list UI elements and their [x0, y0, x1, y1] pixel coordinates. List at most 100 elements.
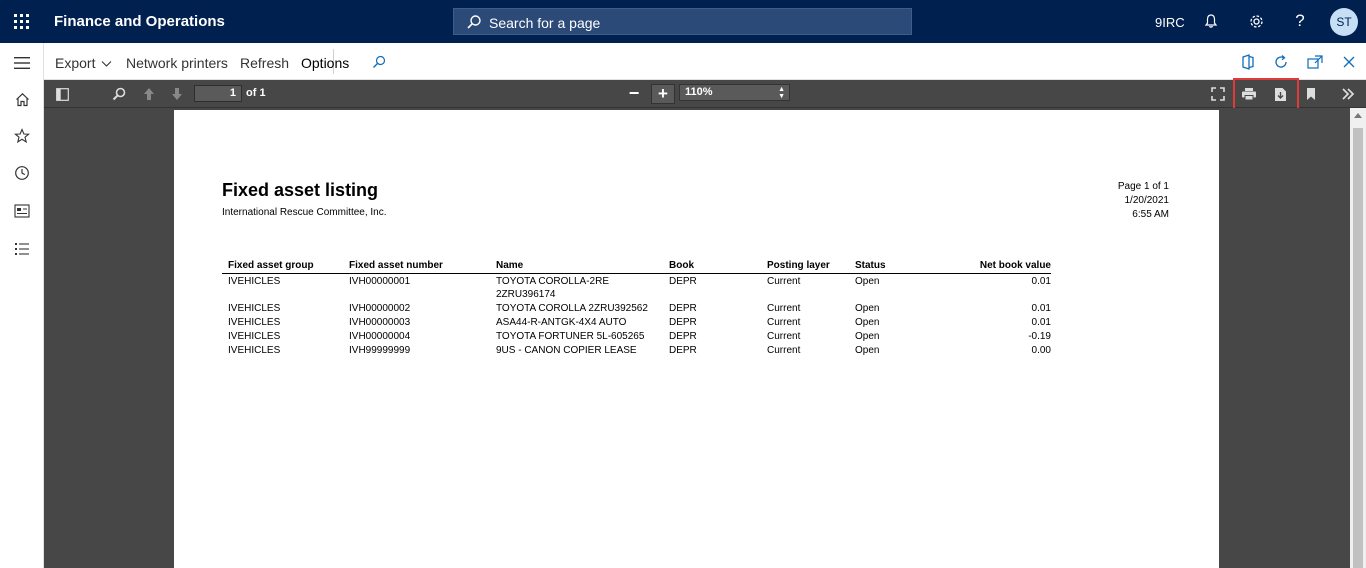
column-header: Name — [490, 260, 663, 274]
report-viewer-toolbar: 1 of 1 − + 110% ▲ ▼ — [44, 78, 1366, 110]
table-cell: 9US - CANON COPIER LEASE — [490, 343, 663, 357]
previous-page-icon[interactable] — [141, 86, 157, 102]
find-icon[interactable] — [111, 86, 127, 102]
table-cell: IVH99999999 — [349, 344, 411, 356]
table-cell: DEPR — [669, 330, 697, 342]
table-cell: -0.19 — [1028, 330, 1051, 342]
report-viewer-canvas: Fixed asset listing International Rescue… — [44, 108, 1350, 568]
column-header: Book — [663, 260, 761, 274]
table-cell: Open — [855, 316, 880, 328]
scrollbar-thumb[interactable] — [1353, 128, 1363, 568]
table-cell: Current — [767, 275, 801, 287]
column-header: Fixed asset number — [343, 260, 490, 274]
table-row: IVEHICLES IVH00000002 TOYOTA COROLLA 2ZRU3… — [222, 301, 1051, 315]
table-cell: Current — [767, 316, 801, 328]
close-icon[interactable] — [1340, 53, 1358, 71]
scroll-up-icon[interactable] — [1354, 113, 1362, 118]
column-header: Status — [849, 260, 909, 274]
table-cell: IVEHICLES — [228, 275, 281, 287]
next-page-icon[interactable] — [169, 86, 185, 102]
column-header: Net book value — [909, 260, 1051, 274]
table-cell: ASA44-R-ANTGK-4X4 AUTO — [490, 315, 663, 329]
report-time: 6:55 AM — [1132, 209, 1169, 220]
table-cell: 0.01 — [1031, 302, 1051, 314]
app-launcher-icon[interactable] — [14, 14, 29, 29]
table-cell: IVH00000001 — [349, 275, 411, 287]
report-meta: Page 1 of 1 1/20/2021 6:55 AM — [1118, 180, 1169, 222]
asset-name-line: 2ZRU396174 — [496, 288, 556, 300]
refresh-icon[interactable] — [1272, 53, 1290, 71]
table-cell: 0.00 — [1031, 344, 1051, 356]
table-cell: IVH00000004 — [349, 330, 411, 342]
page-number-input[interactable]: 1 — [194, 85, 242, 102]
asset-name-line: ASA44-R-ANTGK-4X4 AUTO — [496, 316, 627, 328]
fixed-asset-table: Fixed asset group Fixed asset number Nam… — [222, 260, 1051, 357]
table-row: IVEHICLES IVH00000003 ASA44-R-ANTGK-4X4 AU… — [222, 315, 1051, 329]
report-title: Fixed asset listing — [222, 180, 379, 200]
table-cell: IVEHICLES — [228, 344, 281, 356]
zoom-out-button[interactable]: − — [624, 84, 644, 103]
sidebar-toggle-icon[interactable] — [54, 86, 70, 102]
table-cell: IVEHICLES — [228, 316, 281, 328]
workspaces-icon[interactable] — [12, 201, 32, 221]
zoom-in-button[interactable]: + — [651, 84, 675, 104]
export-label: Export — [55, 55, 96, 71]
search-icon — [467, 15, 481, 29]
table-cell: IVH00000002 — [349, 302, 411, 314]
table-cell: Current — [767, 344, 801, 356]
refresh-button[interactable]: Refresh — [240, 55, 289, 71]
clock-icon[interactable] — [12, 163, 32, 183]
company-picker[interactable]: 9IRC — [1155, 15, 1185, 30]
zoom-value: 110% — [685, 86, 713, 98]
office-icon[interactable] — [1239, 53, 1257, 71]
table-cell: Open — [855, 344, 880, 356]
report-date: 1/20/2021 — [1124, 195, 1170, 206]
table-cell: IVEHICLES — [228, 330, 281, 342]
export-menu-button[interactable]: Export — [55, 55, 112, 71]
table-cell: Current — [767, 302, 801, 314]
search-placeholder: Search for a page — [489, 15, 601, 31]
table-cell: Open — [855, 275, 880, 287]
help-icon[interactable]: ? — [1290, 11, 1310, 31]
chevron-down-icon — [101, 61, 112, 67]
zoom-select[interactable]: 110% ▲ ▼ — [679, 84, 790, 101]
options-button[interactable]: Options — [301, 55, 349, 71]
home-icon[interactable] — [12, 89, 32, 109]
gear-icon[interactable] — [1246, 11, 1266, 31]
asset-name-line: 9US - CANON COPIER LEASE — [496, 344, 637, 356]
star-icon[interactable] — [12, 126, 32, 146]
left-navigation — [0, 43, 44, 568]
bell-icon[interactable] — [1201, 11, 1221, 31]
search-icon[interactable] — [370, 53, 388, 71]
modules-list-icon[interactable] — [12, 239, 32, 259]
column-header: Fixed asset group — [222, 260, 343, 274]
table-row: IVEHICLES IVH99999999 9US - CANON COPIER L… — [222, 343, 1051, 357]
report-page: Fixed asset listing International Rescue… — [174, 110, 1219, 568]
table-cell: DEPR — [669, 302, 697, 314]
table-cell: Open — [855, 302, 880, 314]
print-download-highlight — [1233, 78, 1299, 110]
table-row: IVEHICLES IVH00000004 TOYOTA FORTUNER 5L-6… — [222, 329, 1051, 343]
network-printers-button[interactable]: Network printers — [126, 55, 228, 71]
table-cell: DEPR — [669, 344, 697, 356]
asset-name-line: TOYOTA FORTUNER 5L-605265 — [496, 330, 645, 342]
table-header-row: Fixed asset group Fixed asset number Nam… — [222, 260, 1051, 274]
table-cell: 0.01 — [1031, 275, 1051, 287]
page-count: of 1 — [246, 87, 266, 99]
top-header: Finance and Operations Search for a page… — [0, 0, 1366, 43]
column-header: Posting layer — [761, 260, 849, 274]
bookmark-icon[interactable] — [1303, 86, 1319, 102]
report-page-info: Page 1 of 1 — [1117, 181, 1169, 192]
table-cell: IVEHICLES — [228, 302, 281, 314]
vertical-scrollbar[interactable] — [1350, 108, 1366, 568]
open-new-window-icon[interactable] — [1306, 53, 1324, 71]
table-cell: TOYOTA FORTUNER 5L-605265 — [490, 329, 663, 343]
hamburger-menu-icon[interactable] — [12, 53, 32, 73]
table-cell: 0.01 — [1031, 316, 1051, 328]
avatar[interactable]: ST — [1330, 8, 1358, 36]
fullscreen-icon[interactable] — [1210, 86, 1226, 102]
double-chevron-right-icon[interactable] — [1340, 86, 1356, 102]
table-cell: DEPR — [669, 275, 697, 287]
app-title[interactable]: Finance and Operations — [54, 13, 225, 30]
search-input[interactable]: Search for a page — [453, 8, 912, 35]
